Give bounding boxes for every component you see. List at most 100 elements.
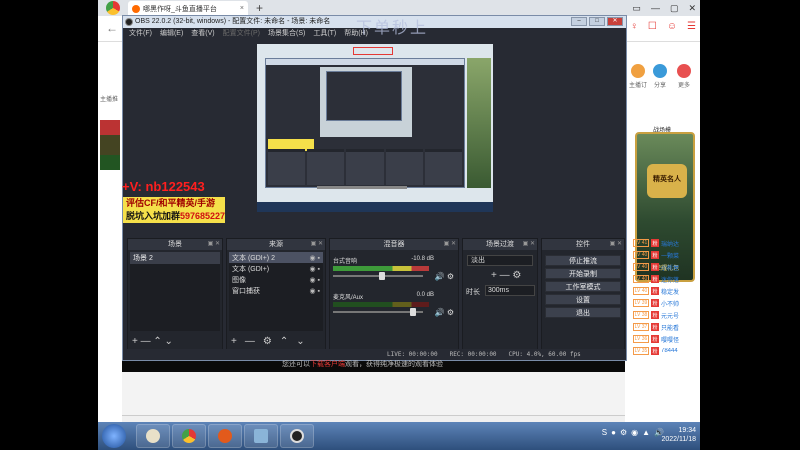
fan-list-item[interactable]: LV 36 粉嘤嘤怪	[633, 333, 699, 345]
fan-list-item[interactable]: LV 40 粉稳定发	[633, 285, 699, 297]
fan-name[interactable]: 稳定发	[661, 287, 679, 296]
fan-list-item[interactable]: LV 40 粉小新屋	[633, 261, 699, 273]
tray-network-icon[interactable]: ▲	[642, 428, 650, 437]
fan-name[interactable]: 瑞纳达	[661, 239, 679, 248]
fan-list-item[interactable]: LV 39 粉小不帅	[633, 297, 699, 309]
source-visibility-icon[interactable]: ◉ ▪	[309, 254, 320, 262]
window-close-icon[interactable]: ✕	[688, 0, 696, 16]
tray-record-icon[interactable]: ●	[611, 428, 616, 437]
collection-icon[interactable]: ☐	[648, 21, 657, 32]
fan-name[interactable]: 迷你落	[661, 275, 679, 284]
dock-float-close-icon[interactable]: ▣ ✕	[444, 239, 456, 250]
fan-medal-icon: 粉	[651, 323, 659, 331]
rec-timer: REC: 00:00:00	[449, 351, 497, 358]
fan-name[interactable]: 嘤嘤怪	[661, 335, 679, 344]
transition-duration-input[interactable]: 300ms	[485, 285, 535, 296]
right-nav-subscribe[interactable]: 主播订	[629, 64, 647, 89]
fan-name[interactable]: 元元号	[661, 311, 679, 320]
tray-gear-icon[interactable]: ⚙	[620, 428, 627, 437]
page-horizontal-scrollbar[interactable]	[122, 415, 625, 422]
right-nav-label: 分享	[653, 83, 666, 89]
stream-video[interactable]: OBS 22.0.2 (32-bit, windows) - 配置文件: 未命名…	[122, 15, 627, 372]
right-nav-share[interactable]: 分享	[653, 64, 667, 89]
tray-security-icon[interactable]: ◉	[631, 428, 638, 437]
fan-list-item[interactable]: LV 40 粉一颗菜	[633, 249, 699, 261]
preview-nested-preview2	[326, 71, 402, 121]
menu-icon[interactable]: ☰	[687, 21, 696, 32]
user-icon[interactable]: ♀	[630, 21, 638, 32]
fan-list-item[interactable]: LV 35 粉 78444	[633, 345, 699, 357]
fan-name[interactable]: 小不帅	[661, 299, 679, 308]
mixer-volume-knob[interactable]	[410, 308, 417, 316]
menu-scene-collection[interactable]: 场景集合(S)	[268, 28, 305, 40]
tab-close-icon[interactable]: ×	[240, 5, 244, 12]
fan-list-item[interactable]: LV 38 粉元元号	[633, 309, 699, 321]
menu-profile[interactable]: 配置文件(P)	[223, 28, 260, 40]
dock-float-close-icon[interactable]: ▣ ✕	[523, 239, 535, 250]
browser-logo-icon[interactable]	[106, 1, 120, 15]
mixer-volume-slider[interactable]	[333, 272, 423, 280]
source-item[interactable]: 窗口捕获 ◉ ▪	[229, 285, 323, 296]
taskbar-app-g[interactable]	[208, 424, 242, 448]
fan-name[interactable]: 只能看	[661, 323, 679, 332]
fan-list-item[interactable]: LV 37 粉只能看	[633, 321, 699, 333]
exit-button[interactable]: 退出	[545, 307, 621, 318]
source-visibility-icon[interactable]: ◉ ▪	[309, 287, 320, 295]
obs-preview[interactable]	[257, 44, 493, 212]
taskbar-clock[interactable]: 19:34 2022/11/18	[661, 426, 696, 444]
mixer-volume-slider[interactable]	[333, 308, 423, 316]
back-arrow-icon[interactable]: ←	[106, 21, 118, 35]
scene-item[interactable]: 场景 2	[130, 252, 220, 264]
source-item[interactable]: 图像 ◉ ▪	[229, 274, 323, 285]
anchor-rec-label[interactable]: 主播推	[100, 94, 118, 103]
fan-name[interactable]: 78444	[661, 348, 678, 354]
dock-float-close-icon[interactable]: ▣ ✕	[610, 239, 622, 250]
source-item[interactable]: 文本 (GDI+) 2 ◉ ▪	[229, 252, 323, 263]
source-visibility-icon[interactable]: ◉ ▪	[309, 265, 320, 273]
dock-float-close-icon[interactable]: ▣ ✕	[311, 239, 323, 250]
obs-minimize-button[interactable]: –	[571, 17, 587, 26]
menu-file[interactable]: 文件(F)	[129, 28, 152, 40]
fan-list-item[interactable]: LV 40 粉迷你落	[633, 273, 699, 285]
obs-maximize-button[interactable]: □	[589, 17, 605, 26]
dock-float-close-icon[interactable]: ▣ ✕	[208, 239, 220, 250]
window-restore-icon[interactable]: ▭	[632, 0, 641, 16]
fan-name[interactable]: 小新屋	[661, 263, 679, 272]
fan-name[interactable]: 一颗菜	[661, 251, 679, 260]
stop-streaming-button[interactable]: 停止推流	[545, 255, 621, 266]
tray-sogou-icon[interactable]: S	[602, 428, 607, 437]
source-visibility-icon[interactable]: ◉ ▪	[309, 276, 320, 284]
transition-select[interactable]: 淡出	[467, 255, 533, 266]
taskbar-app-obs[interactable]	[280, 424, 314, 448]
menu-edit[interactable]: 编辑(E)	[160, 28, 183, 40]
mixer-track-controls[interactable]: 🔊 ⚙	[435, 272, 454, 281]
download-client-link[interactable]: 下载客户端	[310, 361, 345, 368]
source-name: 图像	[232, 276, 246, 284]
right-nav-more[interactable]: 更多	[677, 64, 691, 89]
taskbar-app-window[interactable]	[244, 424, 278, 448]
menu-view[interactable]: 查看(V)	[191, 28, 214, 40]
window-minimize-icon[interactable]: —	[651, 0, 660, 16]
source-item[interactable]: 文本 (GDI+) ◉ ▪	[229, 263, 323, 274]
mixer-track-controls[interactable]: 🔊 ⚙	[435, 308, 454, 317]
browser-tab[interactable]: 哪黑作呀_斗鱼直播平台 ×	[128, 1, 248, 16]
smile-icon[interactable]: ☺	[667, 21, 677, 32]
taskbar-app-bird[interactable]	[136, 424, 170, 448]
start-recording-button[interactable]: 开始录制	[545, 268, 621, 279]
sources-dock-footer[interactable]: + — ⚙ ⌃ ⌄	[231, 336, 305, 347]
menu-tools[interactable]: 工具(T)	[313, 28, 336, 40]
taskbar-app-browser[interactable]	[172, 424, 206, 448]
transition-controls[interactable]: + — ⚙	[491, 270, 521, 281]
fan-list-item[interactable]: LV 41 粉瑞纳达	[633, 237, 699, 249]
stream-thumbnail[interactable]	[100, 120, 120, 170]
new-tab-button[interactable]: +	[256, 0, 263, 16]
mixer-volume-knob[interactable]	[379, 272, 386, 280]
overlay-ad-line2: 脱坑入坑加群597685227	[126, 210, 225, 223]
window-maximize-icon[interactable]: ▢	[670, 0, 679, 16]
obs-close-button[interactable]: ✕	[607, 17, 623, 26]
studio-mode-button[interactable]: 工作室模式	[545, 281, 621, 292]
scenes-dock-footer[interactable]: + — ⌃ ⌄	[132, 336, 173, 347]
mixer-dock: 混音器 ▣ ✕ 台式音响 -10.8 dB 🔊 ⚙ 麦克风/Aux 0.0 dB…	[329, 238, 459, 350]
start-button[interactable]	[102, 424, 126, 448]
settings-button[interactable]: 设置	[545, 294, 621, 305]
